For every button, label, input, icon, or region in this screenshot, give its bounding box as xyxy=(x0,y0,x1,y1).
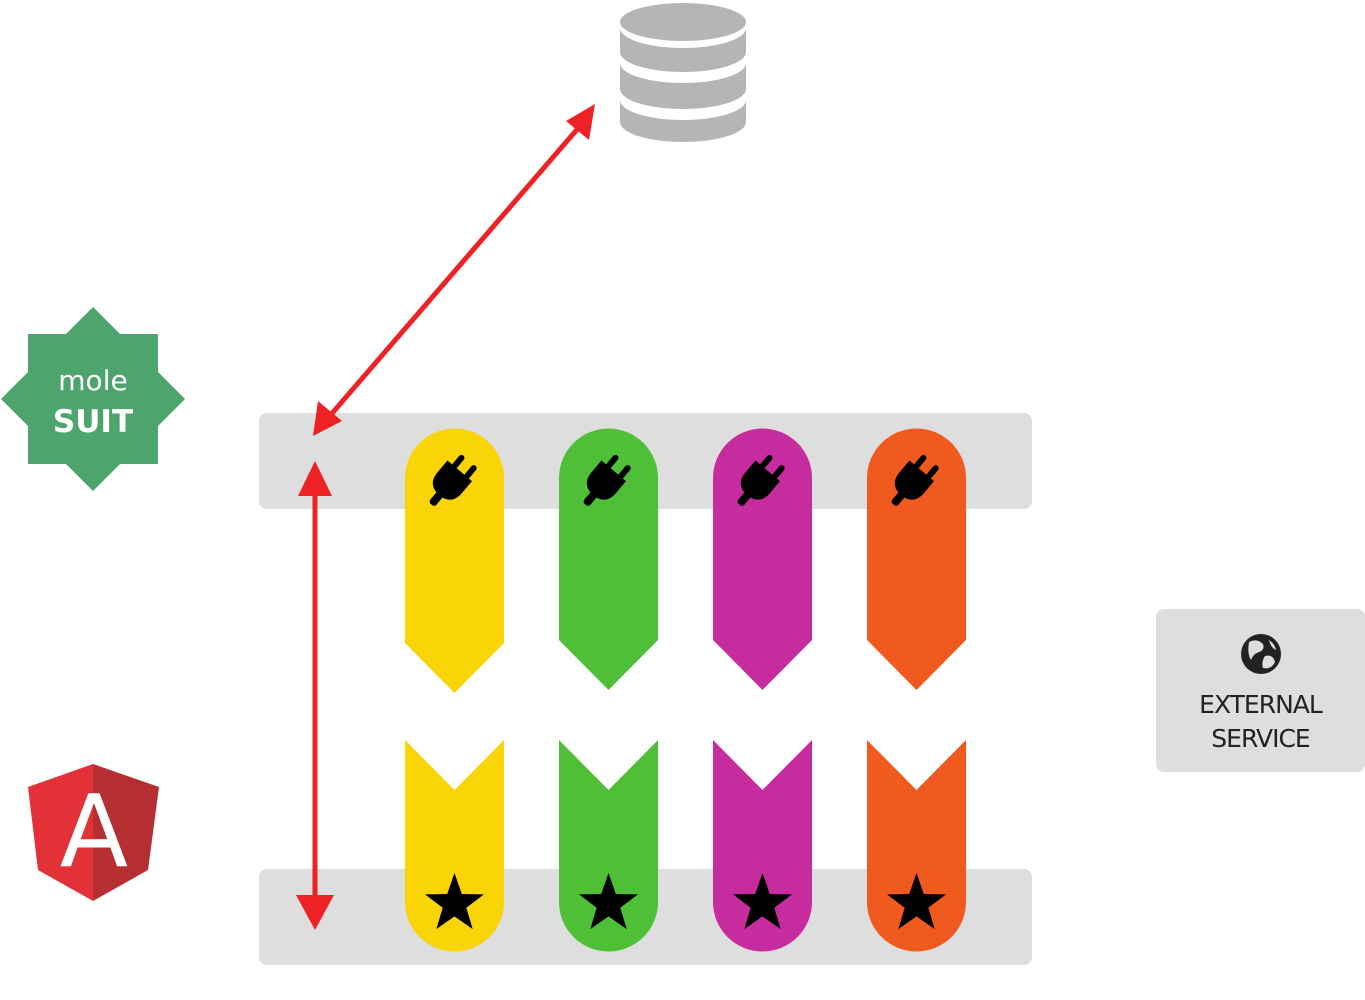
connector-layer-database xyxy=(313,104,595,436)
module-4 xyxy=(867,428,966,952)
mole-suit-logo: mole SUIT xyxy=(1,307,185,491)
external-service-line1: EXTERNAL xyxy=(1199,690,1323,719)
external-service-line2: SERVICE xyxy=(1211,724,1310,753)
architecture-diagram: mole SUIT A xyxy=(1,3,1365,965)
module-1 xyxy=(405,428,504,952)
module-2 xyxy=(559,428,658,952)
angular-logo: A xyxy=(28,764,159,901)
database-icon xyxy=(620,3,746,142)
module-lower-shape xyxy=(559,740,658,952)
external-service-label: EXTERNAL SERVICE xyxy=(1156,688,1365,756)
module-lower-shape xyxy=(713,740,812,952)
module-lower-shape xyxy=(867,740,966,952)
module-lower-shape xyxy=(405,740,504,952)
angular-logo-letter: A xyxy=(60,773,128,890)
globe-icon xyxy=(1241,634,1281,674)
mole-suit-logo-line1: mole xyxy=(58,364,127,397)
mole-suit-logo-line2: SUIT xyxy=(53,404,133,440)
connector-layer-vertical xyxy=(296,461,334,930)
module-3 xyxy=(713,428,812,952)
